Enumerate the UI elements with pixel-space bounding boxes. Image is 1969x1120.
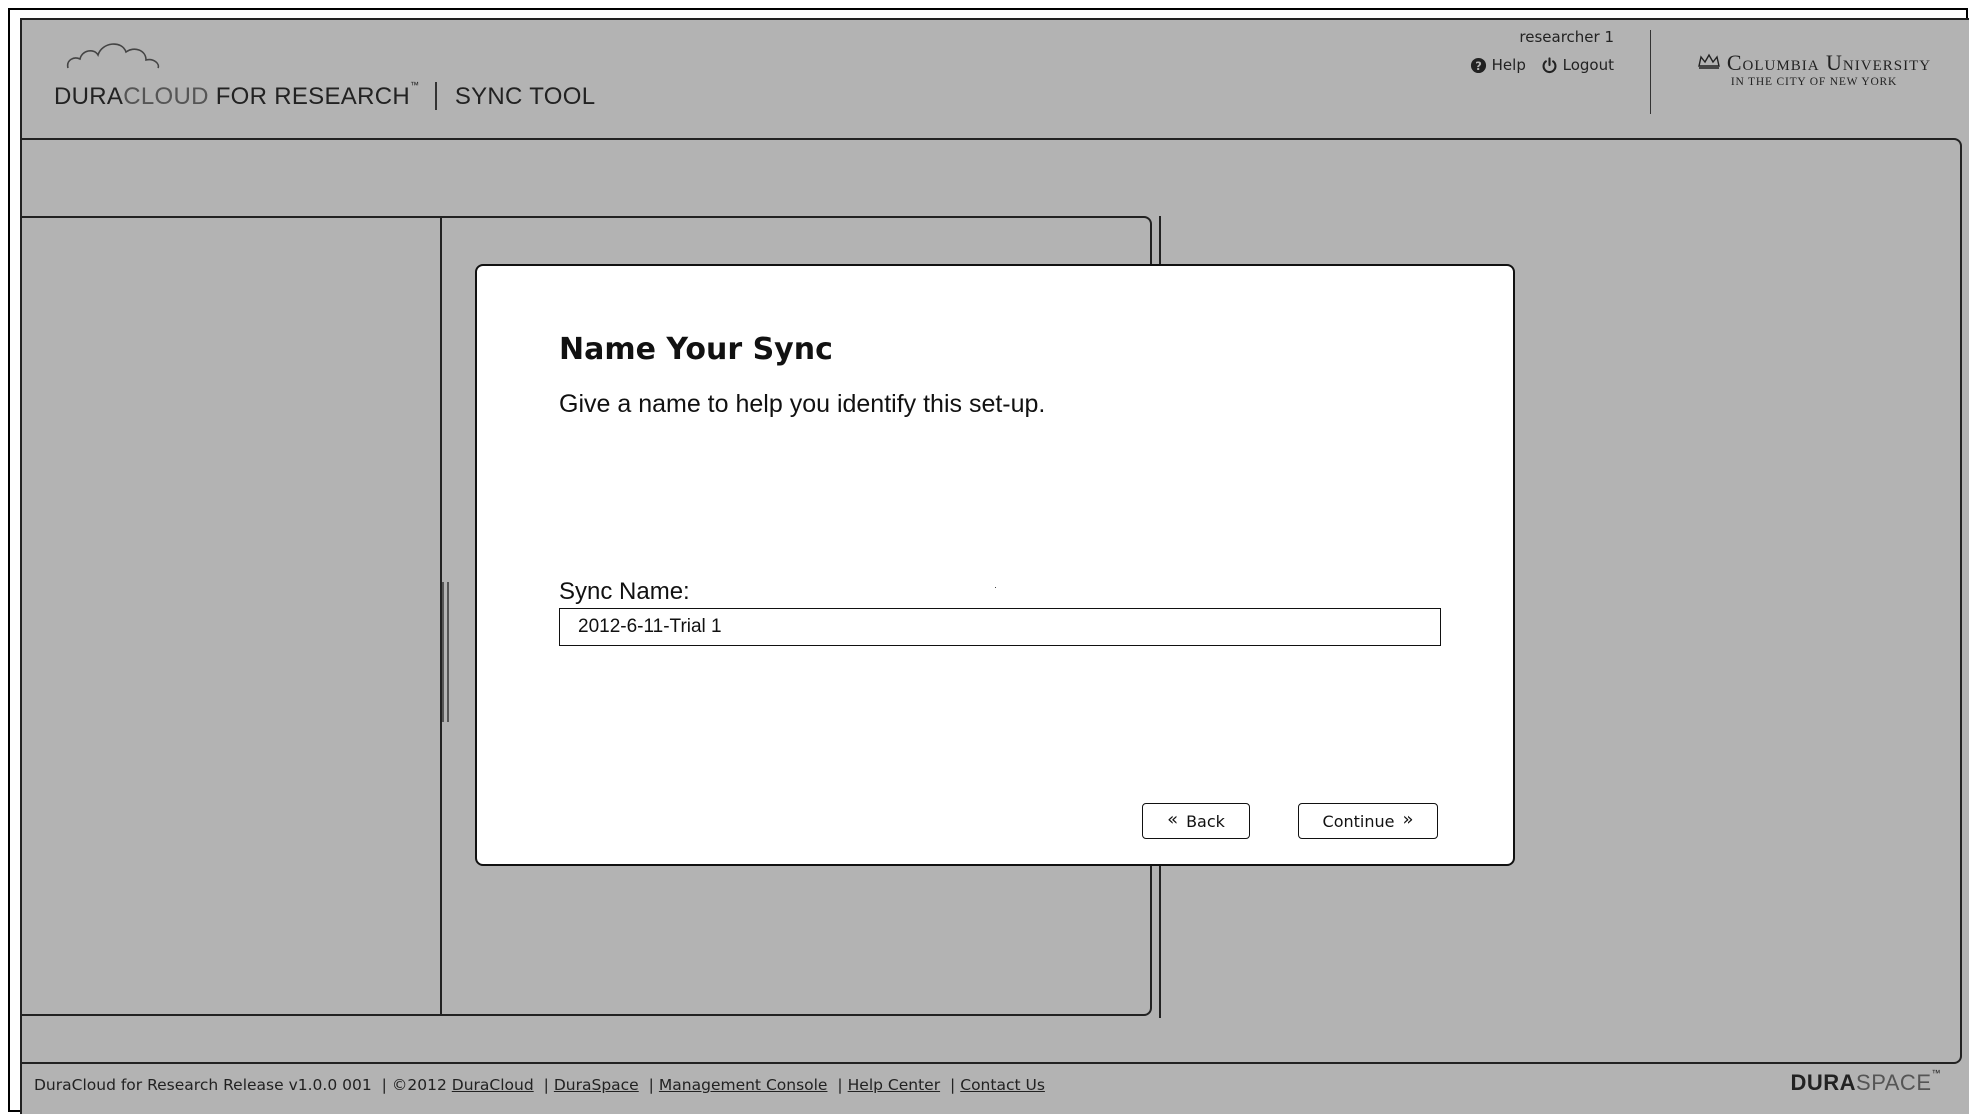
logo-cloud: CLOUD [123,83,209,110]
dialog-description: Give a name to help you identify this se… [559,390,1046,418]
header-links: ? Help Logout [1424,54,1614,76]
duraspace-logo-space: SPACE [1856,1070,1932,1095]
footer-link-duraspace[interactable]: DuraSpace [554,1076,639,1094]
release-info: DuraCloud for Research Release v1.0.0 00… [34,1076,372,1094]
logo-wordmark: DURACLOUD FOR RESEARCH™ SYNC TOOL [54,80,596,111]
footer-link-help-center[interactable]: Help Center [848,1076,940,1094]
product-name: SYNC TOOL [454,83,596,110]
columbia-logo[interactable]: Columbia University IN THE CITY OF NEW Y… [1673,50,1955,88]
back-button[interactable]: « Back [1142,803,1250,839]
name-sync-dialog: Name Your Sync Give a name to help you i… [475,264,1515,866]
logo-trademark: ™ [410,80,420,90]
crown-icon [1698,53,1720,69]
duraspace-logo[interactable]: DURASPACE™ [1790,1068,1941,1096]
sync-name-input[interactable] [559,608,1441,646]
continue-button[interactable]: Continue » [1298,803,1438,839]
logo-for-research: FOR RESEARCH [215,83,410,110]
duraspace-logo-dura: DURA [1790,1070,1857,1095]
institution-subtitle: IN THE CITY OF NEW YORK [1730,76,1898,88]
stray-dot [995,587,996,588]
left-panel [20,216,440,1016]
help-link[interactable]: ? Help [1470,54,1526,76]
power-icon [1542,56,1557,73]
footer-link-management-console[interactable]: Management Console [659,1076,828,1094]
double-chevron-right-icon: » [1402,809,1414,830]
header-divider [1649,30,1651,114]
logo-dura: DURA [54,83,124,110]
duraspace-logo-tm: ™ [1931,1068,1941,1078]
help-label: Help [1491,56,1526,74]
back-label: Back [1186,811,1225,831]
panel-resize-handle[interactable] [442,582,450,722]
footer-link-contact-us[interactable]: Contact Us [960,1076,1045,1094]
logout-link[interactable]: Logout [1541,54,1614,76]
logo-divider [435,82,437,110]
dialog-title: Name Your Sync [559,332,833,367]
double-chevron-left-icon: « [1167,809,1179,830]
svg-text:?: ? [1475,58,1482,72]
copyright: ©2012 [391,1076,447,1094]
logout-label: Logout [1562,56,1614,74]
continue-label: Continue [1322,811,1395,831]
app-shell: DURACLOUD FOR RESEARCH™ SYNC TOOL researc… [20,18,1969,1114]
cloud-icon [66,43,160,69]
username: researcher 1 [1519,28,1614,46]
footer-link-duracloud[interactable]: DuraCloud [452,1076,534,1094]
sync-name-label: Sync Name: [559,578,690,605]
user-menu: researcher 1 ? Help Logout [1424,26,1614,76]
institution-name: Columbia University [1726,50,1932,75]
question-circle-icon: ? [1470,57,1486,73]
footer: DuraCloud for Research Release v1.0.0 00… [34,1076,1045,1094]
